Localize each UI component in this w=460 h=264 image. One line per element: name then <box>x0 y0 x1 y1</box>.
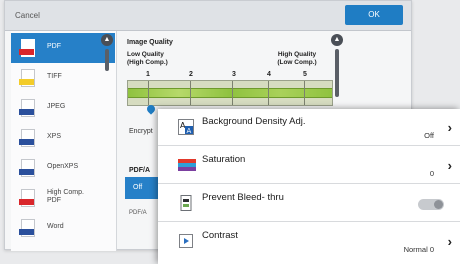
list-scrollbar[interactable] <box>105 49 109 71</box>
settings-scroll-up-icon[interactable]: ▲ <box>331 34 343 46</box>
file-type-label: XPS <box>47 133 62 140</box>
quality-level-4: 4 <box>267 71 271 78</box>
toggle-knob <box>434 200 443 209</box>
list-scroll-up-icon[interactable]: ▲ <box>101 34 113 46</box>
chevron-right-icon: › <box>447 158 452 173</box>
dialog-topbar: Cancel OK <box>5 1 411 31</box>
ok-button[interactable]: OK <box>345 5 403 25</box>
file-type-label: TIFF <box>47 73 62 80</box>
file-type-label: High Comp. PDF <box>47 189 84 204</box>
xps-file-icon <box>19 129 35 147</box>
file-type-item-word[interactable]: Word <box>11 213 115 243</box>
file-type-item-jpeg[interactable]: JPEG <box>11 93 115 123</box>
image-adjust-popup: A A Background Density Adj. Off › Satura… <box>158 109 460 264</box>
file-type-label: JPEG <box>47 103 66 110</box>
high-quality-label: High Quality (Low Comp.) <box>277 51 317 66</box>
file-type-item-tiff[interactable]: TIFF <box>11 63 115 93</box>
saturation-icon <box>178 157 196 173</box>
prevent-bleed-thru-toggle[interactable] <box>418 199 444 210</box>
chevron-right-icon: › <box>447 234 452 249</box>
prevent-bleed-thru-icon <box>178 195 194 211</box>
file-type-item-high-comp-pdf[interactable]: High Comp. PDF <box>11 183 115 213</box>
row-value: Normal 0 <box>403 245 434 254</box>
row-value: 0 <box>429 169 434 178</box>
row-title: Contrast <box>202 230 238 241</box>
prevent-bleed-thru-row: Prevent Bleed- thru <box>158 185 460 222</box>
contrast-icon <box>178 233 194 249</box>
file-type-item-openxps[interactable]: OpenXPS <box>11 153 115 183</box>
pdf-file-icon <box>19 39 35 57</box>
background-density-icon: A A <box>178 119 194 135</box>
chevron-right-icon: › <box>447 120 452 135</box>
settings-scrollbar[interactable] <box>335 49 339 97</box>
pdfa-title: PDF/A <box>129 167 150 174</box>
file-type-list: PDF TIFF JPEG XPS OpenXPS High Comp. PDF… <box>11 31 117 251</box>
tiff-file-icon <box>19 69 35 87</box>
file-type-label: OpenXPS <box>47 163 79 170</box>
jpeg-file-icon <box>19 99 35 117</box>
saturation-row[interactable]: Saturation 0 › <box>158 147 460 184</box>
quality-wave-graphic <box>128 88 332 98</box>
file-type-label: Word <box>47 223 64 230</box>
background-density-row[interactable]: A A Background Density Adj. Off › <box>158 109 460 146</box>
quality-level-1: 1 <box>146 71 150 78</box>
encrypt-label[interactable]: Encrypt <box>129 128 153 135</box>
image-quality-title: Image Quality <box>127 39 173 46</box>
low-quality-label: Low Quality (High Comp.) <box>127 51 168 66</box>
row-value: Off <box>424 131 434 140</box>
high-comp-pdf-icon <box>19 189 35 207</box>
quality-level-2: 2 <box>189 71 193 78</box>
row-title: Background Density Adj. <box>202 116 306 127</box>
word-file-icon <box>19 219 35 237</box>
row-title: Saturation <box>202 154 246 165</box>
contrast-row[interactable]: Contrast Normal 0 › <box>158 223 460 260</box>
svg-text:A: A <box>187 127 192 135</box>
quality-level-3: 3 <box>232 71 236 78</box>
file-type-item-xps[interactable]: XPS <box>11 123 115 153</box>
file-type-label: PDF <box>47 43 61 50</box>
cancel-button[interactable]: Cancel <box>11 7 67 25</box>
file-type-item-pdf[interactable]: PDF <box>11 33 115 63</box>
openxps-file-icon <box>19 159 35 177</box>
pdfa-option-label[interactable]: PDF/A <box>129 210 147 216</box>
quality-level-5: 5 <box>303 71 307 78</box>
row-title: Prevent Bleed- thru <box>202 192 284 203</box>
image-quality-slider[interactable] <box>127 80 333 106</box>
